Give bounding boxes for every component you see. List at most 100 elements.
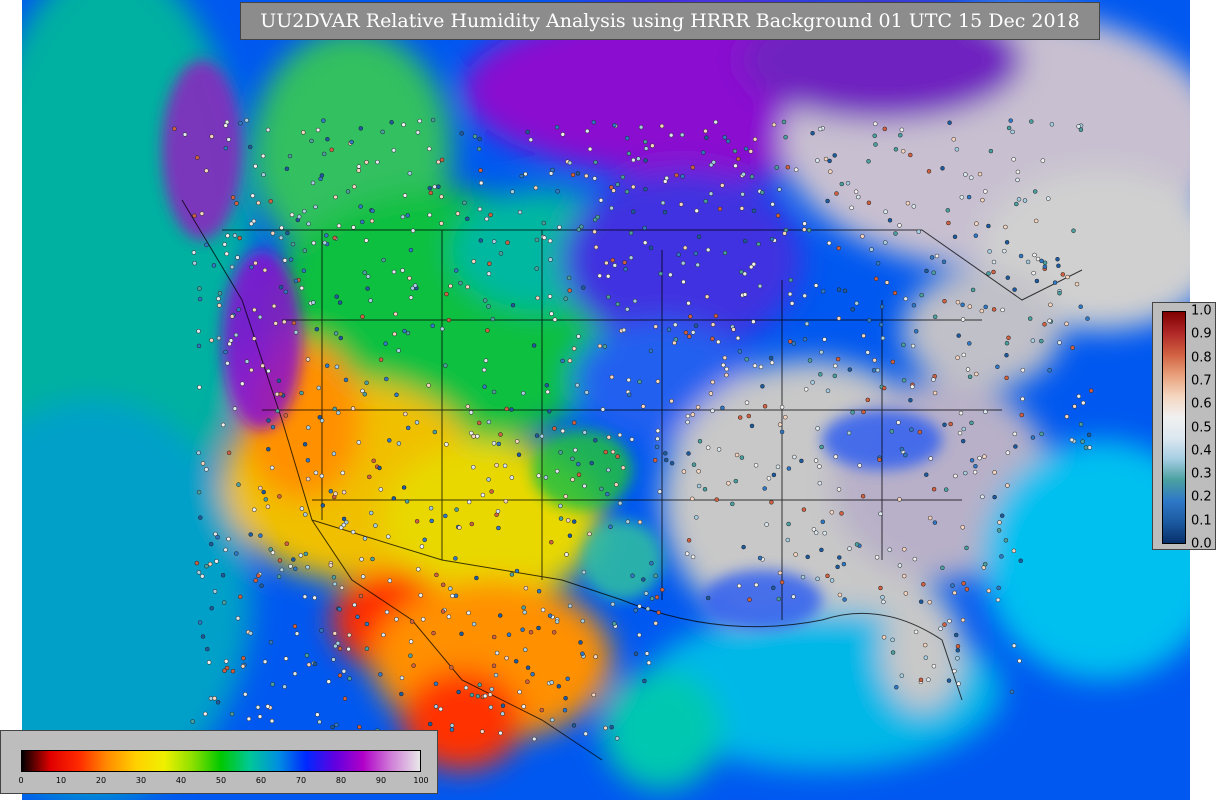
station-dot bbox=[1076, 394, 1082, 399]
station-dot bbox=[237, 235, 242, 241]
station-dot bbox=[429, 518, 434, 524]
station-dot bbox=[603, 449, 608, 455]
station-dot bbox=[708, 191, 714, 196]
station-dot bbox=[955, 644, 961, 649]
station-dot bbox=[609, 205, 614, 211]
station-dot bbox=[934, 253, 940, 259]
station-dot bbox=[889, 429, 895, 434]
station-dot bbox=[849, 205, 854, 211]
station-dot bbox=[192, 213, 197, 219]
station-dot bbox=[408, 653, 413, 658]
station-dot bbox=[305, 564, 310, 570]
station-dot bbox=[948, 421, 953, 427]
station-dot bbox=[472, 134, 478, 139]
station-dot bbox=[567, 358, 573, 363]
station-dot bbox=[276, 574, 282, 579]
station-dot bbox=[655, 379, 661, 384]
station-dot bbox=[825, 388, 831, 394]
station-dot bbox=[535, 295, 540, 301]
station-dot bbox=[336, 410, 341, 416]
station-dot bbox=[471, 621, 477, 627]
station-dot bbox=[956, 681, 961, 686]
station-dot bbox=[549, 680, 554, 685]
station-dot bbox=[717, 206, 723, 212]
station-dot bbox=[306, 662, 312, 667]
station-dot bbox=[705, 247, 711, 253]
station-dot bbox=[931, 377, 936, 382]
humidity-colorbar-gradient bbox=[21, 750, 421, 772]
station-dot bbox=[802, 336, 808, 342]
station-dot bbox=[893, 147, 899, 152]
station-dot bbox=[197, 620, 203, 625]
station-dot bbox=[444, 291, 449, 297]
station-dot bbox=[251, 336, 257, 341]
station-dot bbox=[620, 174, 626, 180]
station-dot bbox=[317, 415, 323, 420]
station-dot bbox=[200, 461, 206, 466]
station-dot bbox=[440, 582, 446, 588]
station-dot bbox=[290, 241, 296, 247]
station-dot bbox=[525, 679, 530, 684]
station-dot bbox=[384, 609, 390, 615]
station-dot bbox=[364, 646, 370, 651]
station-dot bbox=[196, 328, 201, 334]
station-dot bbox=[747, 597, 752, 602]
station-dot bbox=[894, 684, 899, 690]
station-dot bbox=[550, 167, 555, 173]
station-dot bbox=[777, 422, 783, 427]
station-dot bbox=[615, 301, 621, 307]
station-dot bbox=[643, 139, 648, 145]
station-dot bbox=[332, 631, 338, 636]
station-dot bbox=[252, 507, 257, 512]
station-dot bbox=[626, 377, 631, 383]
station-dot bbox=[666, 327, 672, 332]
station-dot bbox=[250, 193, 255, 198]
station-dot bbox=[278, 235, 284, 241]
station-dot bbox=[1012, 431, 1018, 437]
station-dot bbox=[832, 153, 837, 158]
station-dot bbox=[875, 261, 881, 266]
station-dot bbox=[334, 722, 339, 728]
station-dot bbox=[333, 194, 338, 200]
station-dot bbox=[448, 283, 453, 289]
station-dot bbox=[598, 198, 604, 203]
station-dot bbox=[302, 442, 308, 447]
station-dot bbox=[214, 559, 219, 564]
station-dot bbox=[589, 460, 594, 466]
station-dot bbox=[312, 595, 317, 601]
station-dot bbox=[739, 455, 745, 460]
station-dot bbox=[1071, 228, 1076, 233]
station-dot bbox=[612, 122, 617, 128]
station-dot bbox=[554, 468, 560, 474]
station-dot bbox=[224, 119, 230, 125]
station-dot bbox=[331, 657, 336, 662]
station-dot bbox=[292, 624, 298, 629]
station-dot bbox=[355, 614, 360, 620]
station-dot bbox=[819, 444, 824, 450]
station-dot bbox=[693, 323, 699, 328]
station-dot bbox=[913, 629, 919, 635]
station-dot bbox=[771, 472, 777, 478]
station-dot bbox=[836, 487, 842, 492]
station-dot bbox=[714, 497, 719, 502]
station-dot bbox=[525, 665, 531, 670]
station-dot bbox=[643, 146, 649, 151]
station-dot bbox=[324, 233, 329, 238]
station-dot bbox=[649, 560, 654, 566]
station-dot bbox=[325, 136, 330, 142]
station-dot bbox=[705, 595, 711, 601]
station-dot bbox=[313, 470, 319, 476]
station-dot bbox=[393, 311, 398, 317]
station-dot bbox=[381, 632, 386, 638]
station-dot bbox=[654, 444, 660, 450]
station-dot bbox=[1014, 201, 1019, 207]
station-dot bbox=[825, 198, 830, 204]
station-dot bbox=[449, 665, 454, 670]
station-dot bbox=[279, 225, 284, 231]
station-dot bbox=[493, 672, 499, 678]
station-dot bbox=[660, 587, 665, 592]
station-dot bbox=[610, 257, 615, 263]
station-dot bbox=[408, 295, 414, 300]
station-dot bbox=[1006, 335, 1011, 341]
station-dot bbox=[394, 392, 399, 398]
